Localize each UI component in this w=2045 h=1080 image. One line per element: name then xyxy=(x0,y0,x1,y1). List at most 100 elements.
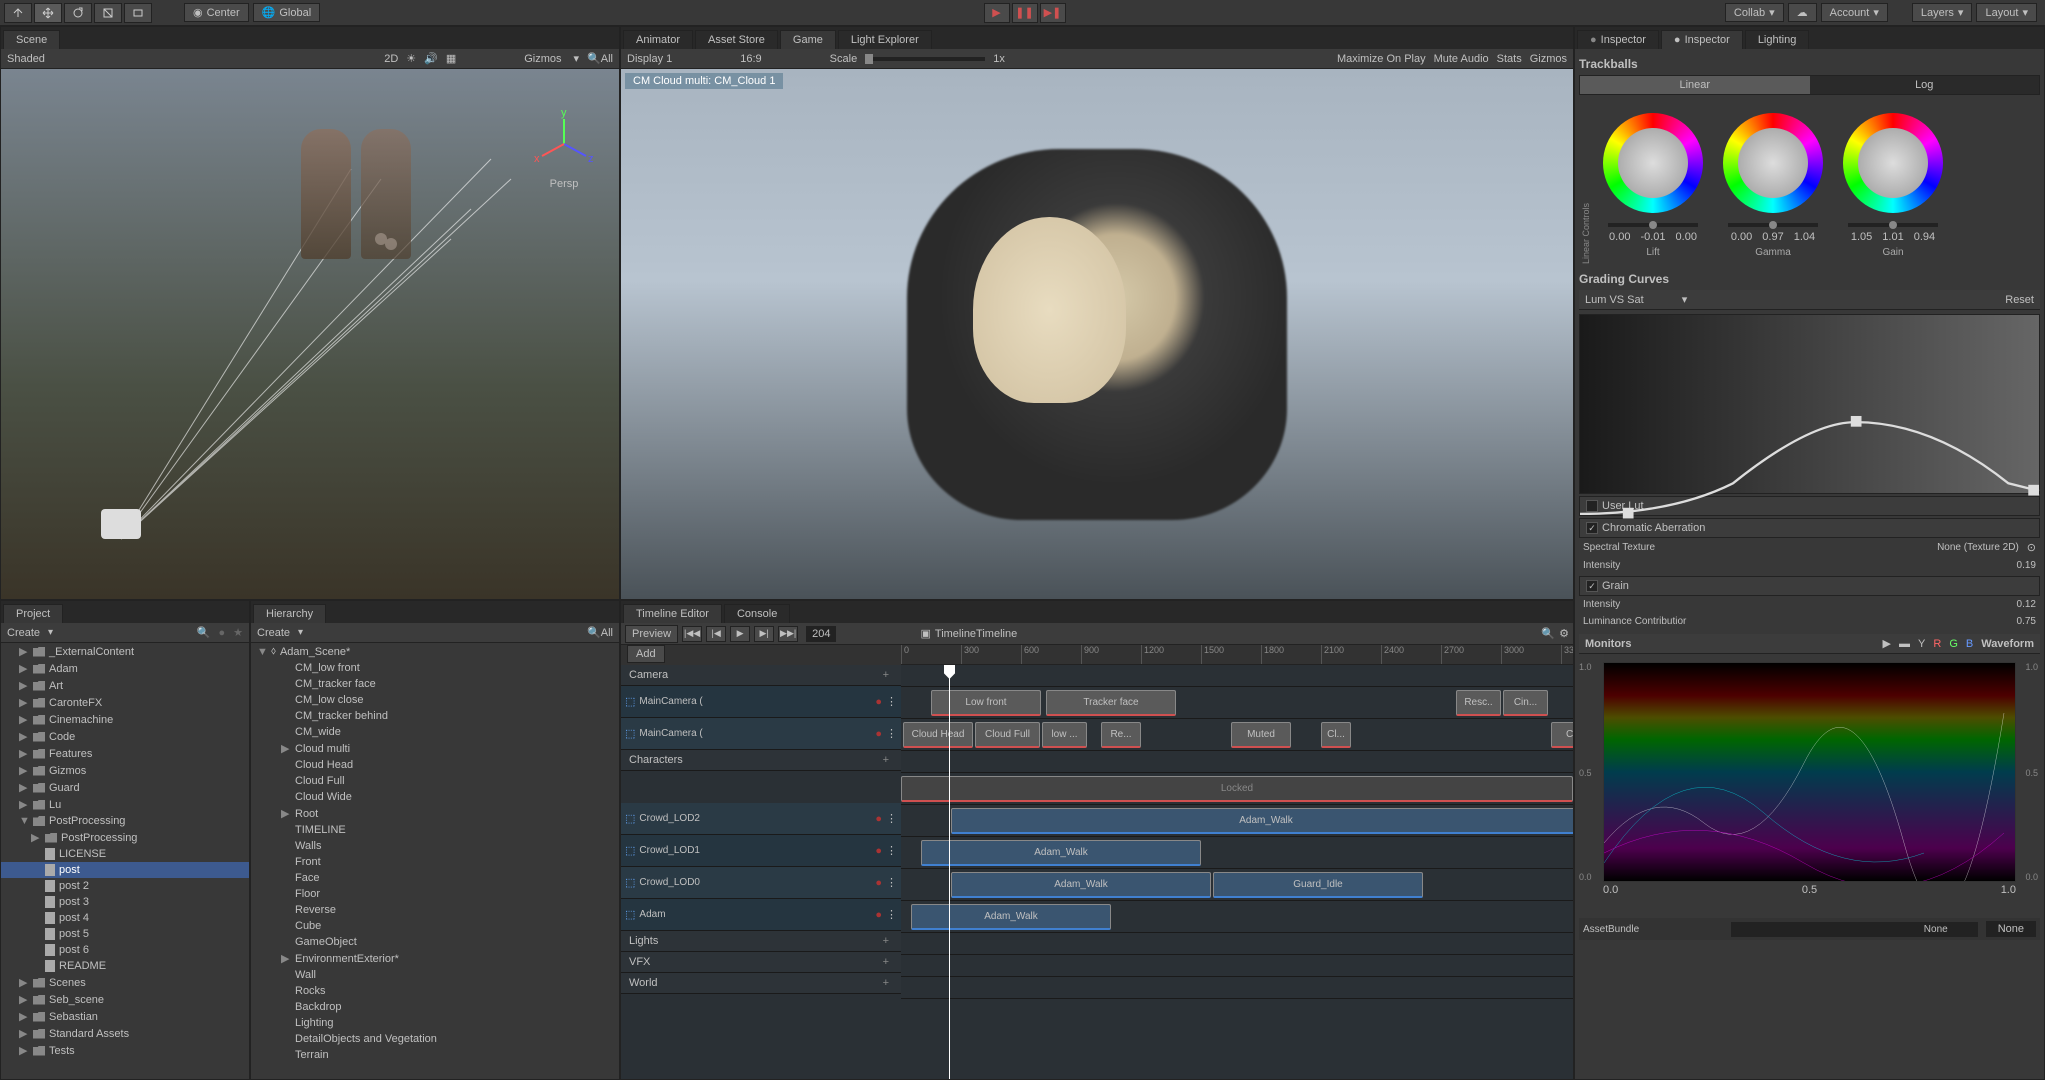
cloud-button[interactable]: ☁ xyxy=(1788,3,1817,22)
timeline-clip[interactable]: Cl... xyxy=(1321,722,1351,748)
hierarchy-item[interactable]: Cloud Head xyxy=(251,757,619,773)
tab-animator[interactable]: Animator xyxy=(623,30,693,49)
timeline-clip[interactable]: Cloud Head xyxy=(903,722,973,748)
timeline-start-button[interactable]: |◀◀ xyxy=(682,626,702,642)
project-item[interactable]: ▶ Features xyxy=(1,745,249,762)
rect-tool-button[interactable] xyxy=(124,3,152,23)
hierarchy-item[interactable]: ▶EnvironmentExterior* xyxy=(251,950,619,967)
project-item[interactable]: ▶ Scenes xyxy=(1,974,249,991)
project-item[interactable]: ▶ Seb_scene xyxy=(1,991,249,1008)
track-record-icon[interactable]: ● xyxy=(875,845,882,857)
tab-hierarchy[interactable]: Hierarchy xyxy=(253,604,326,623)
channel-g[interactable]: G xyxy=(1949,638,1958,650)
project-item[interactable]: README xyxy=(1,958,249,974)
hierarchy-item[interactable]: CM_wide xyxy=(251,724,619,740)
track-header[interactable]: ⬚Crowd_LOD1●⋮ xyxy=(621,835,901,867)
game-viewport[interactable]: CM Cloud multi: CM_Cloud 1 xyxy=(621,69,1573,599)
project-item[interactable]: ▶ Cinemachine xyxy=(1,711,249,728)
timeline-end-button[interactable]: ▶▶| xyxy=(778,626,798,642)
hierarchy-tree[interactable]: ▼⬨ Adam_Scene* CM_low frontCM_tracker fa… xyxy=(251,643,619,1079)
timeline-add-button[interactable]: Add xyxy=(627,645,665,663)
project-item[interactable]: post xyxy=(1,862,249,878)
track-header[interactable]: ⬚Crowd_LOD2●⋮ xyxy=(621,803,901,835)
monitor-play-icon[interactable]: ▶ xyxy=(1883,637,1891,650)
timeline-playhead[interactable] xyxy=(949,665,950,1079)
project-search[interactable]: 🔍 xyxy=(197,626,211,639)
timeline-preview-button[interactable]: Preview xyxy=(625,625,678,643)
hierarchy-item[interactable]: Reverse xyxy=(251,902,619,918)
track-record-icon[interactable]: ● xyxy=(875,696,882,708)
project-item[interactable]: ▶ Sebastian xyxy=(1,1008,249,1025)
track-clips-area[interactable]: Low frontTracker faceResc..Cin...Cloud H… xyxy=(901,665,1573,1079)
timeline-clip[interactable]: Adam_Walk xyxy=(951,808,1573,834)
hierarchy-item[interactable]: CM_low close xyxy=(251,692,619,708)
wheel-slider[interactable] xyxy=(1848,223,1938,227)
track-header[interactable]: ⬚Crowd_LOD0●⋮ xyxy=(621,867,901,899)
scene-search[interactable]: 🔍All xyxy=(587,52,613,65)
hand-tool-button[interactable] xyxy=(4,3,32,23)
hierarchy-item[interactable]: Cloud Wide xyxy=(251,789,619,805)
hierarchy-item[interactable]: ▶Root xyxy=(251,805,619,822)
timeline-asset-name[interactable]: TimelineTimeline xyxy=(935,628,1017,640)
track-record-icon[interactable]: ● xyxy=(875,877,882,889)
hierarchy-item[interactable]: CM_tracker face xyxy=(251,676,619,692)
collab-dropdown[interactable]: Collab ▾ xyxy=(1725,3,1784,22)
scale-tool-button[interactable] xyxy=(94,3,122,23)
project-item[interactable]: ▶ PostProcessing xyxy=(1,829,249,846)
scene-lighting-icon[interactable]: ☀ xyxy=(406,52,416,65)
track-group-header[interactable]: Characters+ xyxy=(621,750,901,771)
hierarchy-create-dropdown[interactable]: Create xyxy=(257,627,290,639)
track-link-icon[interactable]: ⬚ xyxy=(625,876,635,889)
add-track-icon[interactable]: + xyxy=(879,754,893,766)
hierarchy-item[interactable]: Floor xyxy=(251,886,619,902)
channel-r[interactable]: R xyxy=(1933,638,1941,650)
trackball-gamma[interactable]: 0.000.971.04Gamma xyxy=(1713,113,1833,258)
timeline-clip[interactable]: Adam_Walk xyxy=(921,840,1201,866)
timeline-clip[interactable]: Resc.. xyxy=(1456,690,1501,716)
account-dropdown[interactable]: Account ▾ xyxy=(1821,3,1888,22)
curve-mode-dropdown[interactable]: Lum VS Sat xyxy=(1585,294,1644,306)
project-item[interactable]: ▶ Tests xyxy=(1,1042,249,1059)
step-button[interactable]: ▶❚ xyxy=(1040,3,1066,23)
hierarchy-item[interactable]: Front xyxy=(251,854,619,870)
hierarchy-item[interactable]: Face xyxy=(251,870,619,886)
scene-fx-icon[interactable]: ▦ xyxy=(446,52,456,65)
wheel-slider[interactable] xyxy=(1728,223,1818,227)
project-item[interactable]: LICENSE xyxy=(1,846,249,862)
rotation-mode-button[interactable]: 🌐 Global xyxy=(253,3,321,22)
color-wheel[interactable] xyxy=(1723,113,1823,213)
hierarchy-item[interactable]: CM_tracker behind xyxy=(251,708,619,724)
project-create-dropdown[interactable]: Create xyxy=(7,627,40,639)
track-menu-icon[interactable]: ⋮ xyxy=(886,727,897,740)
hierarchy-item[interactable]: Cube xyxy=(251,918,619,934)
layout-dropdown[interactable]: Layout ▾ xyxy=(1976,3,2037,22)
project-item[interactable]: ▶ Gizmos xyxy=(1,762,249,779)
tab-game[interactable]: Game xyxy=(780,30,836,49)
track-menu-icon[interactable]: ⋮ xyxy=(886,908,897,921)
tab-light-explorer[interactable]: Light Explorer xyxy=(838,30,932,49)
track-group-header[interactable]: World+ xyxy=(621,973,901,994)
hierarchy-item[interactable]: ▶Cloud multi xyxy=(251,740,619,757)
play-button[interactable]: ▶ xyxy=(984,3,1010,23)
project-item[interactable]: ▶ Art xyxy=(1,677,249,694)
project-item[interactable]: ▶ Lu xyxy=(1,796,249,813)
curve-editor[interactable] xyxy=(1579,314,2040,494)
project-item[interactable]: post 4 xyxy=(1,910,249,926)
project-item[interactable]: ▶ _ExternalContent xyxy=(1,643,249,660)
track-header[interactable]: ⬚MainCamera (●⋮ xyxy=(621,718,901,750)
hierarchy-item[interactable]: Lighting xyxy=(251,1015,619,1031)
move-tool-button[interactable] xyxy=(34,3,62,23)
luminance-contrib-field[interactable]: 0.75 xyxy=(1731,616,2036,627)
track-link-icon[interactable]: ⬚ xyxy=(625,812,635,825)
timeline-clip[interactable]: Tracker face xyxy=(1046,690,1176,716)
project-tree[interactable]: ▶ _ExternalContent▶ Adam▶ Art▶ CaronteFX… xyxy=(1,643,249,1079)
timeline-frame-field[interactable]: 204 xyxy=(806,626,836,642)
channel-b[interactable]: B xyxy=(1966,638,1973,650)
gizmos-dropdown[interactable]: Gizmos xyxy=(524,53,561,65)
timeline-clip[interactable]: Cloud multi xyxy=(1551,722,1573,748)
track-record-icon[interactable]: ● xyxy=(875,909,882,921)
assetbundle-variant-dropdown[interactable]: None xyxy=(1986,921,2036,937)
stats-toggle[interactable]: Stats xyxy=(1497,53,1522,65)
project-item[interactable]: post 3 xyxy=(1,894,249,910)
color-wheel[interactable] xyxy=(1603,113,1703,213)
